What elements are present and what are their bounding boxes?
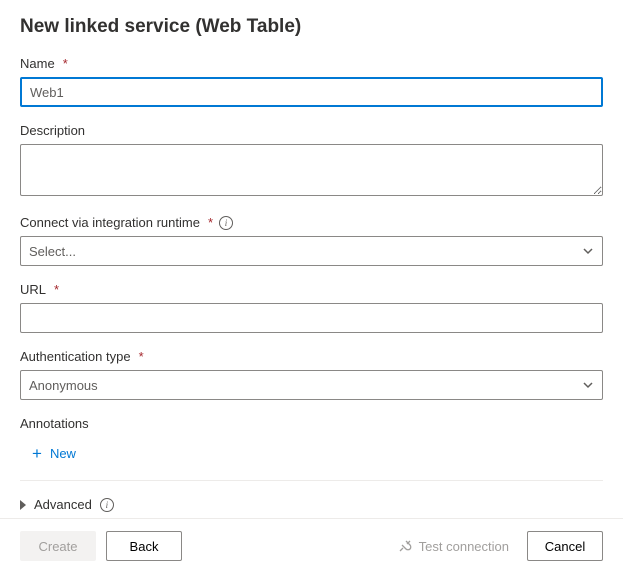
required-asterisk: * xyxy=(208,215,213,230)
info-icon[interactable]: i xyxy=(100,498,114,512)
required-asterisk: * xyxy=(139,349,144,364)
cancel-button[interactable]: Cancel xyxy=(527,531,603,561)
auth-type-value: Anonymous xyxy=(29,378,98,393)
plus-icon: + xyxy=(32,445,42,462)
new-label: New xyxy=(50,446,76,461)
url-label: URL* xyxy=(20,282,603,297)
triangle-right-icon xyxy=(20,500,26,510)
annotations-header: Annotations xyxy=(20,416,603,431)
required-asterisk: * xyxy=(54,282,59,297)
chevron-down-icon xyxy=(582,245,594,257)
test-connection-button: Test connection xyxy=(397,538,509,554)
add-annotation-button[interactable]: + New xyxy=(26,441,82,466)
runtime-select[interactable]: Select... xyxy=(20,236,603,266)
divider xyxy=(20,480,603,481)
auth-type-label: Authentication type* xyxy=(20,349,603,364)
url-input[interactable] xyxy=(20,303,603,333)
runtime-label: Connect via integration runtime* i xyxy=(20,215,603,230)
name-input[interactable] xyxy=(20,77,603,107)
chevron-down-icon xyxy=(582,379,594,391)
runtime-placeholder: Select... xyxy=(29,244,76,259)
page-title: New linked service (Web Table) xyxy=(20,16,603,38)
footer: Create Back Test connection Cancel xyxy=(0,518,623,573)
auth-type-select[interactable]: Anonymous xyxy=(20,370,603,400)
name-label: Name* xyxy=(20,56,603,71)
plug-icon xyxy=(397,538,413,554)
required-asterisk: * xyxy=(63,56,68,71)
description-textarea[interactable] xyxy=(20,144,603,196)
description-label: Description xyxy=(20,123,603,138)
advanced-toggle[interactable]: Advanced i xyxy=(20,493,114,516)
create-button: Create xyxy=(20,531,96,561)
info-icon[interactable]: i xyxy=(219,216,233,230)
advanced-label: Advanced xyxy=(34,497,92,512)
back-button[interactable]: Back xyxy=(106,531,182,561)
